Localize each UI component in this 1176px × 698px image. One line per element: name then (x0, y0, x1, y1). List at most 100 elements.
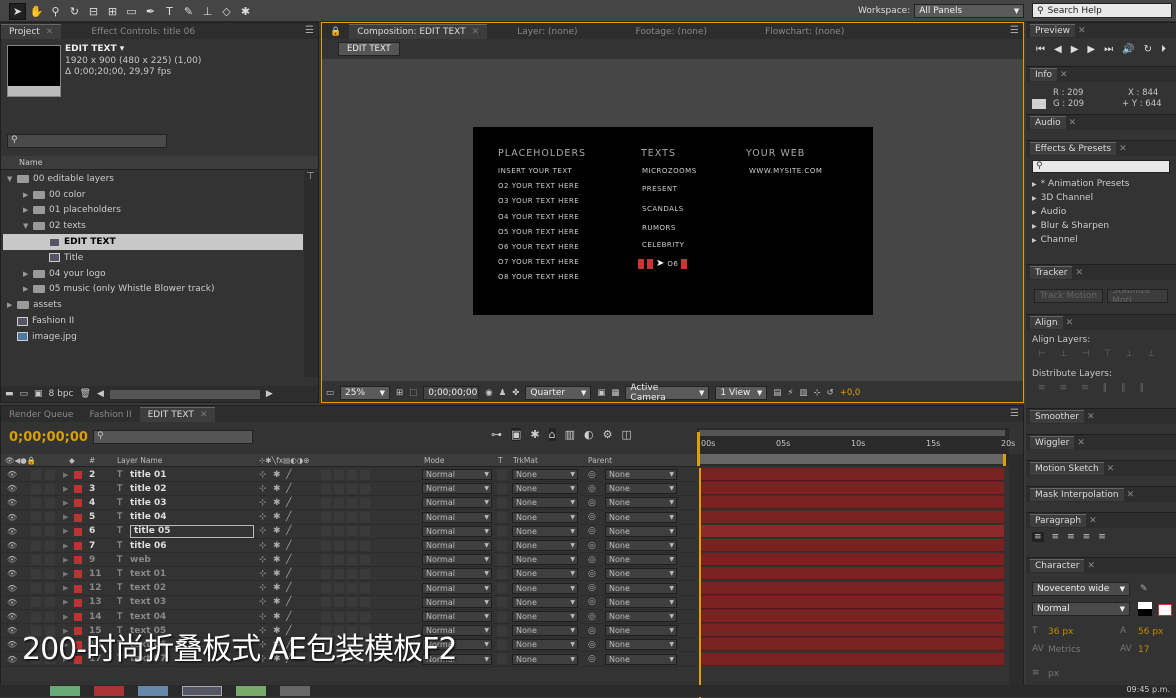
pickwhip-icon[interactable]: ◎ (588, 484, 596, 494)
tab-smoother[interactable]: Smoother (1030, 410, 1084, 423)
label-color-swatch[interactable] (74, 584, 82, 593)
parent-dropdown[interactable]: None ▼ (605, 554, 677, 566)
panel-menu-icon[interactable]: ☰ (1010, 25, 1019, 36)
pan-behind-tool-icon[interactable]: ⊞ (104, 3, 121, 20)
pickwhip-icon[interactable]: ◎ (588, 569, 596, 579)
close-icon[interactable]: ✕ (1107, 464, 1115, 474)
next-frame-icon[interactable]: ▶ (1087, 44, 1095, 55)
lock-switch[interactable] (45, 554, 55, 565)
collapse-switch-icon[interactable]: ✱ (273, 512, 281, 522)
mode-dropdown[interactable]: Normal ▼ (422, 554, 492, 566)
collapse-switch-icon[interactable]: ✱ (273, 569, 281, 579)
close-icon[interactable]: ✕ (1069, 118, 1077, 128)
tab-flowchart[interactable]: Flowchart: (none) (715, 25, 852, 39)
align-top-icon[interactable]: ⊤ (1104, 349, 1112, 359)
parent-dropdown[interactable]: None ▼ (605, 625, 677, 637)
label-color-swatch[interactable] (74, 556, 82, 565)
project-item[interactable]: ▼ 00 editable layers (3, 171, 303, 187)
layer-duration-bar[interactable] (699, 510, 1004, 524)
layer-switch-box[interactable] (334, 540, 344, 551)
project-item[interactable]: image.jpg (3, 329, 303, 345)
expand-right-icon[interactable]: ▶ (63, 471, 68, 479)
layer-switch-box[interactable] (321, 469, 331, 480)
visibility-eye-icon[interactable]: 👁 (7, 498, 17, 507)
shy-switch-icon[interactable]: ⊹ (259, 526, 267, 536)
frame-blending-icon[interactable]: ▥ (565, 428, 575, 441)
preserve-transparency-box[interactable] (497, 512, 507, 523)
label-color-swatch[interactable] (74, 527, 82, 536)
layer-switch-box[interactable] (360, 512, 370, 523)
trkmat-dropdown[interactable]: None ▼ (512, 554, 578, 566)
rectangle-tool-icon[interactable]: ▭ (123, 3, 140, 20)
collapse-switch-icon[interactable]: ✱ (273, 526, 281, 536)
justify-center-icon[interactable]: ≡ (1098, 532, 1106, 542)
quality-switch-icon[interactable]: ╱ (286, 612, 291, 622)
layer-switch-box[interactable] (347, 540, 357, 551)
tab-mask-interpolation[interactable]: Mask Interpolation (1030, 488, 1124, 501)
project-item[interactable]: ▶ 05 music (only Whistle Blower track) (3, 282, 303, 298)
distribute-right-icon[interactable]: ‖ (1140, 383, 1145, 393)
label-color-swatch[interactable] (74, 471, 82, 479)
visibility-eye-icon[interactable]: 👁 (7, 470, 17, 479)
preserve-transparency-box[interactable] (497, 554, 507, 565)
expand-down-icon[interactable]: ▼ (7, 175, 17, 183)
parent-dropdown[interactable]: None ▼ (605, 568, 677, 580)
layer-switch-box[interactable] (360, 583, 370, 594)
layer-row[interactable]: 👁 ▶ 7 Ttitle 06 ⊹ ✱ ╱ Normal ▼ None ▼ ◎ None ▼ (1, 539, 696, 553)
trkmat-dropdown[interactable]: None ▼ (512, 625, 578, 637)
trkmat-dropdown[interactable]: None ▼ (512, 596, 578, 608)
trkmat-dropdown[interactable]: None ▼ (512, 497, 578, 509)
lock-switch[interactable] (45, 597, 55, 608)
lock-switch[interactable] (45, 483, 55, 494)
label-color-swatch[interactable] (74, 542, 82, 550)
effects-category[interactable]: ▶ 3D Channel (1026, 191, 1176, 205)
collapse-switch-icon[interactable]: ✱ (273, 597, 281, 607)
visibility-eye-icon[interactable]: 👁 (7, 555, 17, 564)
zoom-dropdown[interactable]: 25% ▼ (340, 386, 391, 400)
ram-preview-icon[interactable]: ⏵ (1161, 44, 1166, 55)
trkmat-dropdown[interactable]: None ▼ (512, 611, 578, 622)
parent-dropdown[interactable]: None ▼ (605, 511, 677, 523)
shy-switch-icon[interactable]: ⊹ (259, 470, 267, 480)
trkmat-dropdown[interactable]: None ▼ (512, 483, 578, 495)
layer-switch-box[interactable] (334, 469, 344, 480)
layer-row[interactable]: 👁 ▶ 11 Ttext 01 ⊹ ✱ ╱ Normal ▼ None ▼ ◎ None ▼ (1, 567, 696, 582)
layer-switch-box[interactable] (360, 540, 370, 551)
taskbar-app-icon[interactable] (50, 686, 80, 696)
snapshot-icon[interactable]: ◉ (485, 388, 492, 398)
shy-switch-icon[interactable]: ⊹ (259, 612, 267, 622)
layer-duration-bar[interactable] (699, 638, 1004, 652)
preserve-transparency-box[interactable] (497, 540, 507, 551)
layer-duration-bar[interactable] (699, 610, 1004, 623)
fast-preview-icon[interactable]: ⚡ (787, 388, 793, 398)
align-left-icon[interactable]: ⊢ (1038, 349, 1046, 359)
layer-name[interactable]: text 01 (130, 569, 166, 579)
layer-handle-right[interactable] (681, 258, 688, 269)
column-layer-name[interactable]: Layer Name (117, 456, 162, 465)
shy-switch-icon[interactable]: ⊹ (259, 484, 267, 494)
preserve-transparency-box[interactable] (497, 639, 507, 650)
tab-align[interactable]: Align (1030, 316, 1063, 329)
taskbar-app-icon[interactable] (236, 686, 266, 696)
layer-switch-box[interactable] (321, 554, 331, 565)
layer-switch-box[interactable] (347, 583, 357, 594)
tab-effect-controls[interactable]: Effect Controls: title 06 (61, 25, 203, 39)
close-icon[interactable]: ✕ (1078, 26, 1086, 36)
quality-switch-icon[interactable]: ╱ (286, 498, 291, 508)
trkmat-dropdown[interactable]: None ▼ (512, 653, 578, 665)
last-frame-icon[interactable]: ⏭ (1104, 44, 1113, 55)
viewer-lock-icon[interactable]: 🔒 (322, 25, 349, 39)
effects-category[interactable]: ▶ Blur & Sharpen (1026, 219, 1176, 233)
reset-exposure-icon[interactable]: ↺ (827, 388, 834, 398)
distribute-top-icon[interactable]: ≡ (1038, 383, 1046, 393)
layer-switch-box[interactable] (347, 611, 357, 622)
expand-right-icon[interactable]: ▶ (1032, 181, 1037, 188)
fill-color-swatch[interactable] (1138, 602, 1152, 609)
preserve-transparency-box[interactable] (497, 497, 507, 508)
leading-value[interactable]: 56 px (1138, 627, 1163, 637)
roi-icon[interactable]: ▣ (597, 388, 605, 398)
current-time-indicator[interactable] (697, 432, 700, 466)
trkmat-dropdown[interactable]: None ▼ (512, 469, 578, 480)
tracking-value[interactable]: 17 (1138, 645, 1149, 655)
composition-frame[interactable]: PLACEHOLDERS INSERT YOUR TEXT O2 YOUR TEX… (473, 127, 873, 315)
